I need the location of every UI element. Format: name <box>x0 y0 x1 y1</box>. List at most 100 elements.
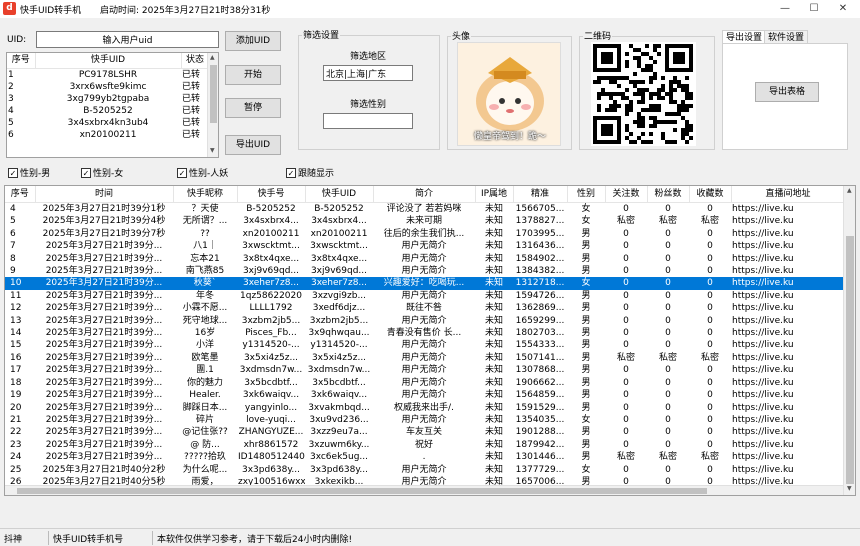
cell-precise: 1566705... <box>515 204 565 214</box>
cell-nickname: ？天使 <box>191 204 219 214</box>
table-row[interactable]: 24 2025年3月27日21时39分... ?????拾玖 ID1480512440… <box>5 451 845 463</box>
uid-list-col-uid[interactable]: 快手UID <box>35 53 182 69</box>
table-row[interactable]: 9 2025年3月27日21时39分... 南飞燕85 3xj9v69qd... 3xj… <box>5 265 845 277</box>
grid-header-col-time[interactable]: 时间 <box>35 186 174 203</box>
result-grid-scrollbar[interactable]: ▲ ▼ <box>843 186 855 495</box>
cell-following: 0 <box>623 464 629 475</box>
qrcode-image <box>591 42 696 146</box>
table-row[interactable]: 20 2025年3月27日21时39分... 脚踩日本... yangyinlo...… <box>5 402 845 414</box>
uid-input[interactable] <box>36 31 219 48</box>
uid-list: 序号 快手UID 状态 1 PC9178LSHR 已转 2 3xrx6wsfte9kim… <box>6 52 219 158</box>
grid-header-col-followers[interactable]: 粉丝数 <box>647 186 690 203</box>
uid-list-col-status[interactable]: 状态 <box>181 53 210 69</box>
export-table-button[interactable]: 导出表格 <box>755 82 819 102</box>
cell-bio: 用户无简介 <box>401 241 447 252</box>
start-button[interactable]: 开始 <box>225 65 281 85</box>
uid-list-scrollbar[interactable]: ▲ ▼ <box>207 53 218 157</box>
table-row[interactable]: 15 2025年3月27日21时39分... 小洋 y1314520-... y1314… <box>5 339 845 351</box>
result-grid-hscrollbar[interactable] <box>5 485 843 495</box>
cell-favorites: 0 <box>707 365 713 376</box>
uid-list-row[interactable]: 5 3x4sxbrx4kn3ub4 已转 <box>7 117 209 129</box>
cell-gender: 男 <box>581 352 591 363</box>
cell-precise: 1659299... <box>515 315 565 326</box>
cell-live-url: https://live.ku <box>732 228 794 239</box>
checkbox-other-box[interactable]: ✓ <box>177 167 187 178</box>
gender-input[interactable] <box>323 113 413 129</box>
table-row[interactable]: 5 2025年3月27日21时39分4秒 无所谓？... 3x4sxbrx4... 3x… <box>5 215 845 227</box>
uid-list-row[interactable]: 2 3xrx6wsfte9kimc 已转 <box>7 81 209 93</box>
cell-precise: 1507141... <box>515 352 565 363</box>
table-row[interactable]: 12 2025年3月27日21时39分... 小霖不愿... LLLL1792 3xed… <box>5 302 845 314</box>
uid-list-uid: 3x4sxbrx4kn3ub4 <box>67 118 149 128</box>
region-input[interactable] <box>323 65 413 81</box>
cell-bio: 评论没了 若若妈咪 <box>386 204 462 214</box>
checkbox-follow-display-box[interactable]: ✓ <box>286 167 296 178</box>
cell-time: 2025年3月27日21时39分... <box>45 377 163 388</box>
grid-header-col-ks-id[interactable]: 快手号 <box>237 186 306 203</box>
uid-list-row[interactable]: 3 3xg799yb2tgpaba 已转 <box>7 93 209 105</box>
table-row[interactable]: 22 2025年3月27日21时39分... @记住张?? ZHANGYUZE... 3… <box>5 426 845 438</box>
grid-header-col-favorites[interactable]: 收藏数 <box>689 186 732 203</box>
table-row[interactable]: 11 2025年3月27日21时39分... 年冬 1qz58622020 3xzvgi… <box>5 290 845 302</box>
grid-header-col-precise[interactable]: 精准 <box>513 186 568 203</box>
cell-index: 6 <box>10 228 16 239</box>
table-row[interactable]: 13 2025年3月27日21时39分... 死守地球... 3xzbm2jb5...… <box>5 315 845 327</box>
grid-header-col-bio[interactable]: 简介 <box>373 186 476 203</box>
cell-live-url: https://live.ku <box>732 340 794 351</box>
table-row[interactable]: 21 2025年3月27日21时39分... 碎片 love-yuqi... 3xu9v… <box>5 414 845 426</box>
start-time-label: 启动时间: 2025年3月27日21时38分31秒 <box>100 6 271 16</box>
checkbox-female[interactable]: ✓ 性别-女 <box>81 166 123 179</box>
uid-list-row[interactable]: 4 B-5205252 已转 <box>7 105 209 117</box>
table-row[interactable]: 17 2025年3月27日21时39分... 團.1 3xdmsdn7w... 3xdm… <box>5 364 845 376</box>
uid-list-row[interactable]: 1 PC9178LSHR 已转 <box>7 69 209 82</box>
grid-header-col-following[interactable]: 关注数 <box>605 186 648 203</box>
checkbox-female-box[interactable]: ✓ <box>81 167 91 178</box>
table-row[interactable]: 8 2025年3月27日21时39分... 忘本21 3x8tx4qxe... 3x8t… <box>5 253 845 265</box>
table-row[interactable]: 6 2025年3月27日21时39分7秒?? xn20100211 xn2010021… <box>5 228 845 240</box>
checkbox-male[interactable]: ✓ 性别-男 <box>8 166 50 179</box>
grid-hscroll-thumb[interactable] <box>17 488 707 494</box>
table-row[interactable]: 19 2025年3月27日21时39分... Healer. 3xk6waiqv...… <box>5 389 845 401</box>
scroll-up-arrow-icon[interactable]: ▲ <box>210 54 215 61</box>
table-row[interactable]: 4 2025年3月27日21时39分1秒 ？天使 B-5205252 B-5205252… <box>5 203 845 216</box>
grid-header-col-live-url[interactable]: 直播间地址 <box>731 186 846 203</box>
table-row[interactable]: 25 2025年3月27日21时40分2秒 为什么呢... 3x3pd638y... 3… <box>5 464 845 476</box>
grid-header-col-ip[interactable]: IP属地 <box>475 186 514 203</box>
grid-scroll-up-icon[interactable]: ▲ <box>847 187 852 194</box>
grid-header-col-gender[interactable]: 性别 <box>567 186 606 203</box>
cell-ks-uid: 3xzvgi9zb... <box>311 290 367 301</box>
cell-followers: 私密 <box>658 216 677 227</box>
uid-list-col-index[interactable]: 序号 <box>7 53 36 69</box>
add-uid-button[interactable]: 添加UID <box>225 31 281 51</box>
minimize-button[interactable]: — <box>771 1 799 17</box>
table-row[interactable]: 10 2025年3月27日21时39分... 秋葵` 3xeher7z8... 3xeh… <box>5 277 845 290</box>
uid-list-scroll-thumb[interactable] <box>210 65 217 123</box>
grid-header-col-ks-uid[interactable]: 快手UID <box>305 186 374 203</box>
table-row[interactable]: 16 2025年3月27日21时39分... 欧笔墨 3x5xi4z5z... 3x5x… <box>5 352 845 364</box>
maximize-button[interactable]: ☐ <box>800 1 828 17</box>
cell-index: 22 <box>10 427 22 438</box>
cell-ks-id: 3x5bcdbtf... <box>244 377 298 388</box>
tab-software-settings[interactable]: 软件设置 <box>764 30 809 44</box>
checkbox-male-box[interactable]: ✓ <box>8 167 18 178</box>
table-row[interactable]: 7 2025年3月27日21时39分... 八1｜ 3xwscktmt... 3xwsc… <box>5 240 845 252</box>
table-row[interactable]: 23 2025年3月27日21时39分... @ 防... xhr8861572 3xz… <box>5 439 845 451</box>
pause-button[interactable]: 暂停 <box>225 98 281 118</box>
export-uid-button[interactable]: 导出UID <box>225 135 281 155</box>
close-button[interactable]: ✕ <box>829 1 857 17</box>
table-row[interactable]: 14 2025年3月27日21时39分... 16岁 Pisces_Fb... 3x9q… <box>5 327 845 339</box>
grid-scroll-down-icon[interactable]: ▼ <box>847 485 852 492</box>
uid-list-row[interactable]: 6 xn20100211 已转 <box>7 129 209 141</box>
grid-header-col-nickname[interactable]: 快手昵称 <box>173 186 238 203</box>
cell-ks-id: B-5205252 <box>246 204 296 214</box>
checkbox-other[interactable]: ✓ 性别-人妖 <box>177 166 228 179</box>
tab-export-settings[interactable]: 导出设置 <box>722 30 767 44</box>
table-row[interactable]: 18 2025年3月27日21时39分... 你的魅力 3x5bcdbtf... 3x5… <box>5 377 845 389</box>
checkbox-follow-display[interactable]: ✓ 跟随显示 <box>286 166 334 179</box>
cell-time: 2025年3月27日21时39分... <box>45 414 163 425</box>
grid-scroll-thumb[interactable] <box>846 236 854 484</box>
grid-header-col-index[interactable]: 序号 <box>5 186 36 203</box>
cell-gender: 男 <box>581 402 591 413</box>
cell-ip: 未知 <box>484 340 503 351</box>
scroll-down-arrow-icon[interactable]: ▼ <box>210 147 215 154</box>
